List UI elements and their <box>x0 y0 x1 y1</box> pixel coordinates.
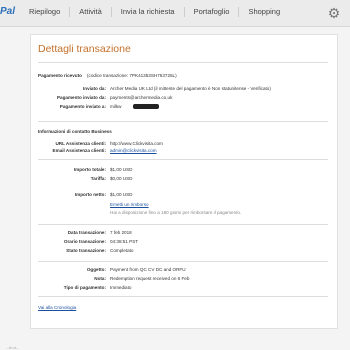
payment-label: Pagamento ricevuto <box>38 73 82 78</box>
refund-link[interactable]: Emetti un rimborso <box>110 202 149 208</box>
paypal-logo[interactable]: Pal <box>0 6 15 17</box>
email-label: Email Assistenza clienti: <box>52 148 106 153</box>
page-title: Dettagli transazione <box>38 43 131 55</box>
net-label: Importo netto: <box>74 192 106 197</box>
divider <box>38 121 328 122</box>
subject-value: Payment from QC CV DC and ORFU <box>110 267 186 272</box>
nav-item-portafoglio[interactable]: Portafoglio <box>185 7 240 17</box>
date-value: 7 feb 2018 <box>110 230 132 235</box>
footer-text: ...in d... <box>6 345 20 350</box>
note-label: Nota: <box>94 276 106 281</box>
payment-type-label: Tipo di pagamento: <box>63 285 106 290</box>
net-value: $1,00 USD <box>110 192 133 197</box>
note-value: Redemption request received on 6 Feb <box>110 276 190 281</box>
nav-item-invia-richiesta[interactable]: Invia la richiesta <box>112 7 185 17</box>
date-label: Data transazione: <box>67 230 106 235</box>
subject-label: Oggetto: <box>86 267 106 272</box>
sent-from-value: payments@archermedia.co.uk <box>110 95 173 100</box>
redacted-email <box>133 104 159 109</box>
url-label: URL Assistenza clienti: <box>55 141 106 146</box>
divider <box>38 224 328 225</box>
time-value: 04:38:51 PST <box>110 239 139 244</box>
total-value: $1,00 USD <box>110 167 133 172</box>
sender-value: Archer Media UK Ltd (il mittente del pag… <box>110 86 271 91</box>
refund-note: Hai a disposizione fino a 180 giorni per… <box>110 210 242 215</box>
divider <box>38 159 328 160</box>
sent-from-label: Pagamento inviato da: <box>56 95 106 100</box>
sender-label: Inviato da: <box>83 86 106 91</box>
business-heading: Informazioni di contatto Business <box>38 129 112 134</box>
total-label: Importo totale: <box>73 167 106 172</box>
divider <box>38 296 328 297</box>
sent-to-value: milkw <box>110 104 122 109</box>
nav-item-shopping[interactable]: Shopping <box>239 7 289 17</box>
divider <box>38 62 328 63</box>
nav-item-riepilogo[interactable]: Riepilogo <box>20 7 71 17</box>
url-value: http://www.Clickvisita.com <box>110 141 163 146</box>
status-label: Stato transazione: <box>66 248 106 253</box>
gear-icon[interactable]: ⚙ <box>326 5 342 21</box>
fee-label: Tariffa: <box>90 176 106 181</box>
status-value: Completato <box>110 248 134 253</box>
sent-to-label: Pagamento inviato a: <box>59 104 106 109</box>
top-navigation-bar: Pal Riepilogo Attività Invia la richiest… <box>0 0 350 27</box>
nav-item-attivita[interactable]: Attività <box>70 7 112 17</box>
time-label: Orario transazione: <box>63 239 106 244</box>
main-nav: Riepilogo Attività Invia la richiesta Po… <box>20 7 289 17</box>
transaction-code: (codice transazione: 7PK41353SH753725L) <box>87 73 177 78</box>
fee-value: $0,00 USD <box>110 176 133 181</box>
history-link[interactable]: Vai alla Cronologia <box>38 305 76 311</box>
divider <box>38 261 328 262</box>
support-email-link[interactable]: admin@clickvisita.com <box>110 148 157 154</box>
payment-type-value: Immediato <box>110 285 132 290</box>
